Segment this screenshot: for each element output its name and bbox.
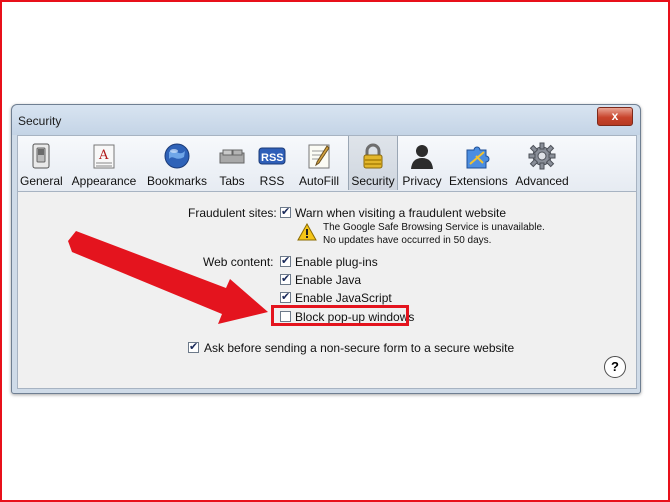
annotation-arrow-icon bbox=[68, 231, 268, 324]
